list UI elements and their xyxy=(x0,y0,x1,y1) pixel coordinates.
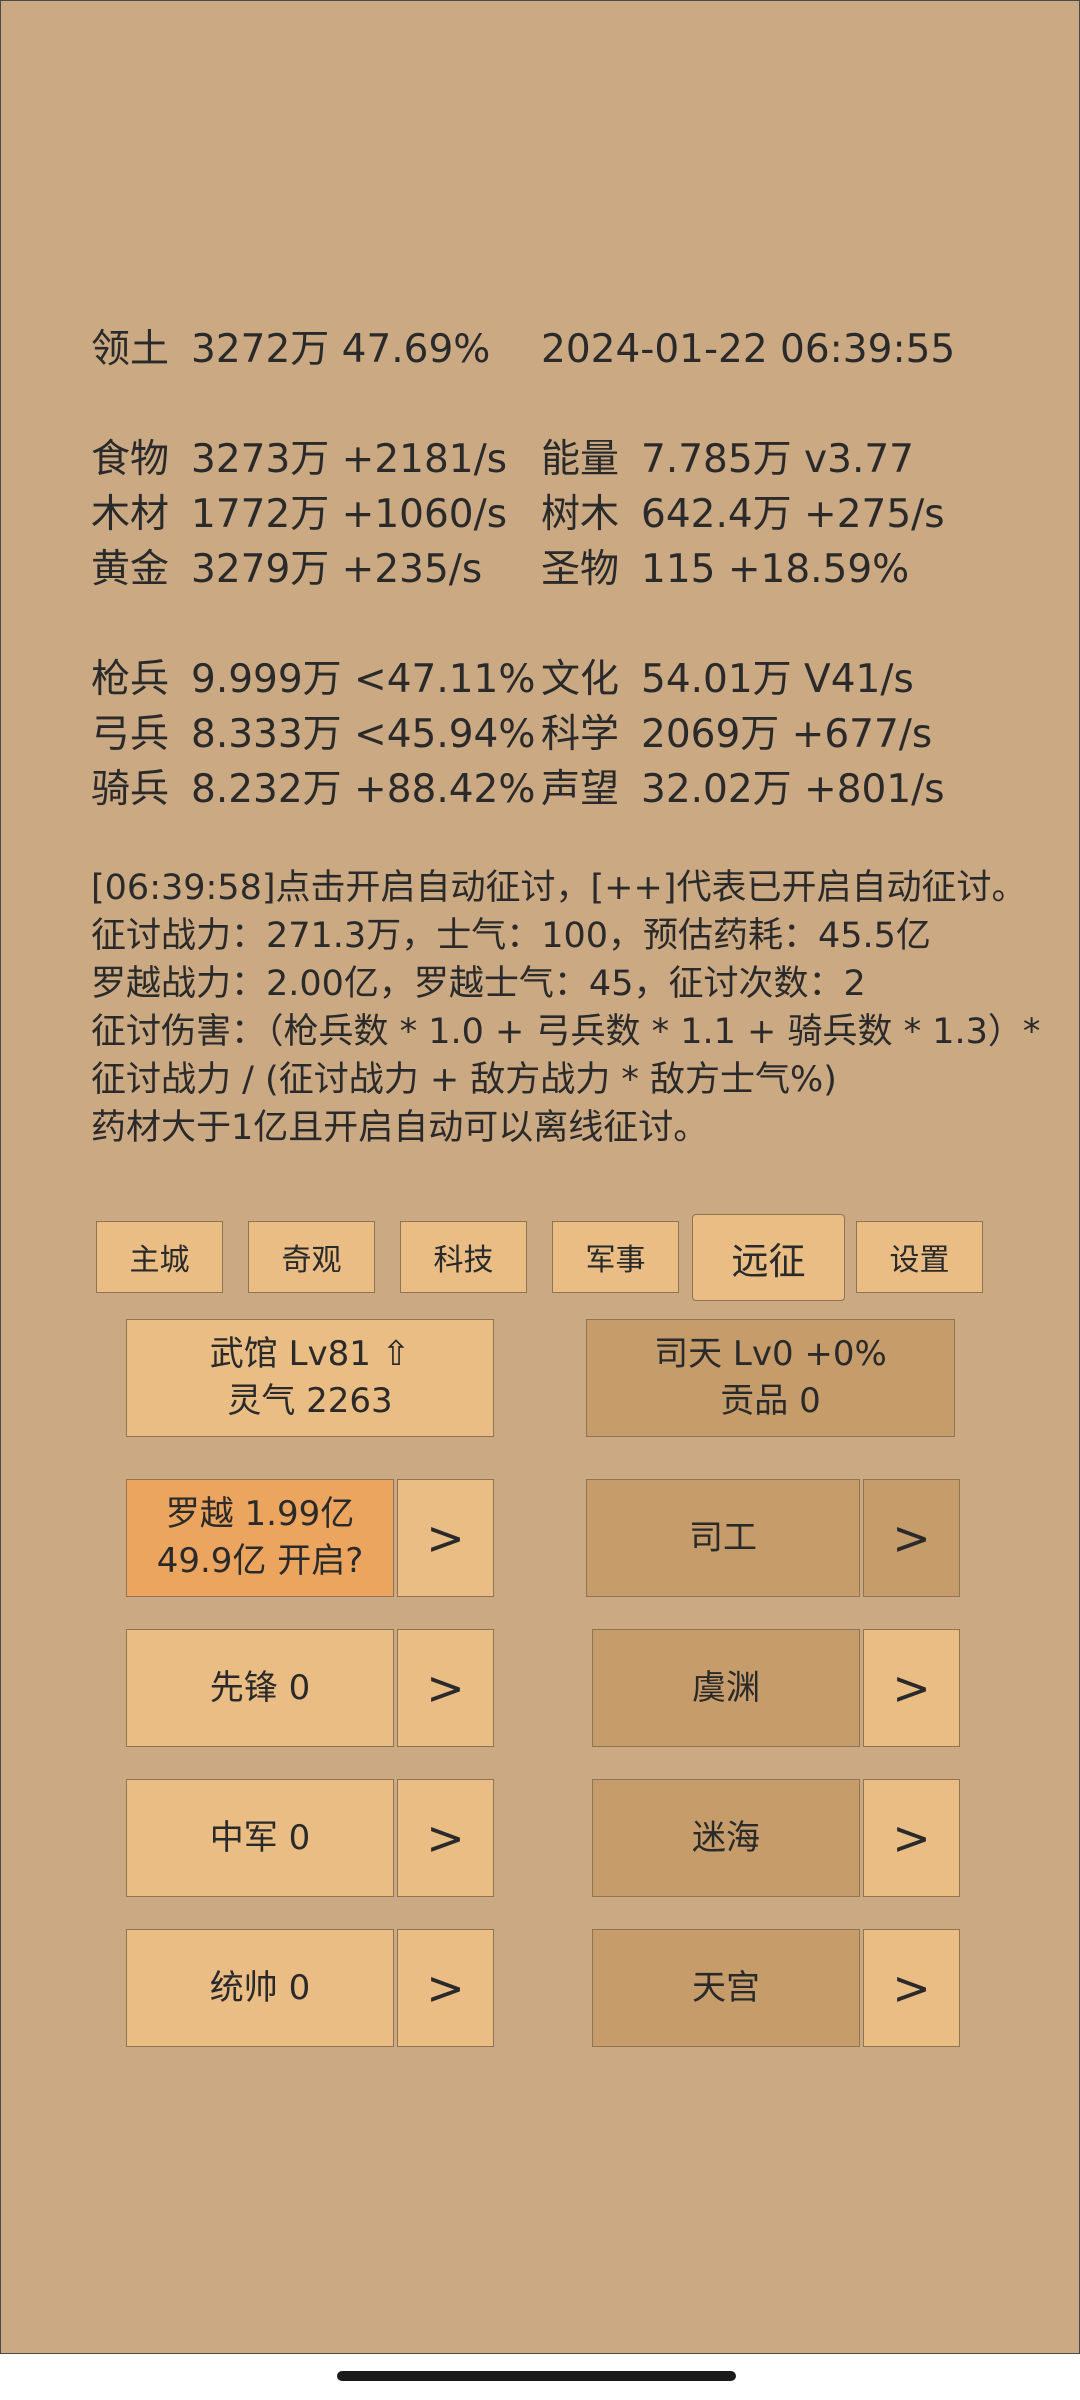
info-line: 征讨战力 / (征讨战力 + 敌方战力 * 敌方士气%) xyxy=(91,1060,837,1100)
luoyue-arrow-button[interactable]: > xyxy=(397,1479,494,1597)
troop-label: 枪兵 xyxy=(91,657,170,702)
stat-value: 32.02万 +801/s xyxy=(641,767,945,812)
resource-value: 3279万 +235/s xyxy=(191,547,483,592)
stat-label: 文化 xyxy=(541,657,620,702)
central-army-button[interactable]: 中军 0 xyxy=(126,1779,394,1897)
sigong-arrow-button[interactable]: > xyxy=(863,1479,960,1597)
troop-cavalry: 骑兵 8.232万 +88.42% xyxy=(91,762,535,818)
tiangong-button[interactable]: 天宫 xyxy=(592,1929,860,2047)
stat-prestige: 声望 32.02万 +801/s xyxy=(541,762,945,818)
wuguan-level: 武馆 Lv81 ⇧ xyxy=(209,1334,411,1374)
sitian-tribute: 贡品 0 xyxy=(720,1381,821,1421)
stat-value: 2069万 +677/s xyxy=(641,712,933,757)
sitian-button[interactable]: 司天 Lv0 +0% 贡品 0 xyxy=(586,1319,955,1437)
resource-label: 黄金 xyxy=(91,547,170,592)
info-line: [06:39:58]点击开启自动征讨，[++]代表已开启自动征讨。 xyxy=(91,868,1027,908)
resource-wood: 木材 1772万 +1060/s xyxy=(91,487,507,543)
info-line: 征讨伤害：（枪兵数 * 1.0 + 弓兵数 * 1.1 + 骑兵数 * 1.3）… xyxy=(91,1012,1041,1052)
tab-main-city[interactable]: 主城 xyxy=(96,1221,223,1293)
troop-value: 8.232万 +88.42% xyxy=(191,767,536,812)
info-line: 征讨战力：271.3万，士气：100，预估药耗：45.5亿 xyxy=(91,916,931,956)
stat-label: 声望 xyxy=(541,767,620,812)
resource-value: 3273万 +2181/s xyxy=(191,437,508,482)
tab-technology[interactable]: 科技 xyxy=(400,1221,527,1293)
stat-label: 科学 xyxy=(541,712,620,757)
info-line: 药材大于1亿且开启自动可以离线征讨。 xyxy=(91,1108,709,1148)
resource-label: 食物 xyxy=(91,437,170,482)
commander-button[interactable]: 统帅 0 xyxy=(126,1929,394,2047)
resource-trees: 树木 642.4万 +275/s xyxy=(541,487,945,543)
resource-gold: 黄金 3279万 +235/s xyxy=(91,542,482,598)
mihai-arrow-button[interactable]: > xyxy=(863,1779,960,1897)
tiangong-arrow-button[interactable]: > xyxy=(863,1929,960,2047)
luoyue-cost: 49.9亿 开启? xyxy=(156,1541,364,1581)
home-indicator[interactable] xyxy=(337,2371,736,2381)
resource-label: 能量 xyxy=(541,437,620,482)
troop-value: 9.999万 <47.11% xyxy=(191,657,536,702)
sitian-level: 司天 Lv0 +0% xyxy=(654,1334,887,1374)
territory-row: 领土 3272万 47.69% xyxy=(91,322,490,378)
tab-military[interactable]: 军事 xyxy=(552,1221,679,1293)
resource-label: 树木 xyxy=(541,492,620,537)
commander-arrow-button[interactable]: > xyxy=(397,1929,494,2047)
resource-value: 642.4万 +275/s xyxy=(641,492,945,537)
resource-energy: 能量 7.785万 v3.77 xyxy=(541,432,914,488)
stat-culture: 文化 54.01万 V41/s xyxy=(541,652,914,708)
territory-value: 3272万 47.69% xyxy=(191,327,491,372)
yuyuan-button[interactable]: 虞渊 xyxy=(592,1629,860,1747)
tab-settings[interactable]: 设置 xyxy=(856,1221,983,1293)
resource-value: 1772万 +1060/s xyxy=(191,492,508,537)
stat-value: 54.01万 V41/s xyxy=(641,657,914,702)
resource-label: 木材 xyxy=(91,492,170,537)
troop-label: 骑兵 xyxy=(91,767,170,812)
sigong-button[interactable]: 司工 xyxy=(586,1479,860,1597)
wuguan-button[interactable]: 武馆 Lv81 ⇧ 灵气 2263 xyxy=(126,1319,494,1437)
wuguan-aura: 灵气 2263 xyxy=(227,1381,393,1421)
yuyuan-arrow-button[interactable]: > xyxy=(863,1629,960,1747)
tab-expedition[interactable]: 远征 xyxy=(692,1214,845,1301)
stat-science: 科学 2069万 +677/s xyxy=(541,707,932,763)
troop-label: 弓兵 xyxy=(91,712,170,757)
resource-food: 食物 3273万 +2181/s xyxy=(91,432,507,488)
resource-relics: 圣物 115 +18.59% xyxy=(541,542,909,598)
mihai-button[interactable]: 迷海 xyxy=(592,1779,860,1897)
resource-value: 7.785万 v3.77 xyxy=(641,437,914,482)
troop-spearmen: 枪兵 9.999万 <47.11% xyxy=(91,652,535,708)
central-army-arrow-button[interactable]: > xyxy=(397,1779,494,1897)
troop-archers: 弓兵 8.333万 <45.94% xyxy=(91,707,535,763)
troop-value: 8.333万 <45.94% xyxy=(191,712,536,757)
vanguard-button[interactable]: 先锋 0 xyxy=(126,1629,394,1747)
luoyue-button[interactable]: 罗越 1.99亿 49.9亿 开启? xyxy=(126,1479,394,1597)
game-screen: 领土 3272万 47.69% 2024-01-22 06:39:55 食物 327… xyxy=(0,0,1080,2354)
datetime: 2024-01-22 06:39:55 xyxy=(541,327,956,372)
luoyue-power: 罗越 1.99亿 xyxy=(165,1494,355,1534)
resource-label: 圣物 xyxy=(541,547,620,592)
tab-wonders[interactable]: 奇观 xyxy=(248,1221,375,1293)
vanguard-arrow-button[interactable]: > xyxy=(397,1629,494,1747)
resource-value: 115 +18.59% xyxy=(641,547,910,592)
info-line: 罗越战力：2.00亿，罗越士气：45，征讨次数：2 xyxy=(91,964,866,1004)
territory-label: 领土 xyxy=(91,327,170,372)
